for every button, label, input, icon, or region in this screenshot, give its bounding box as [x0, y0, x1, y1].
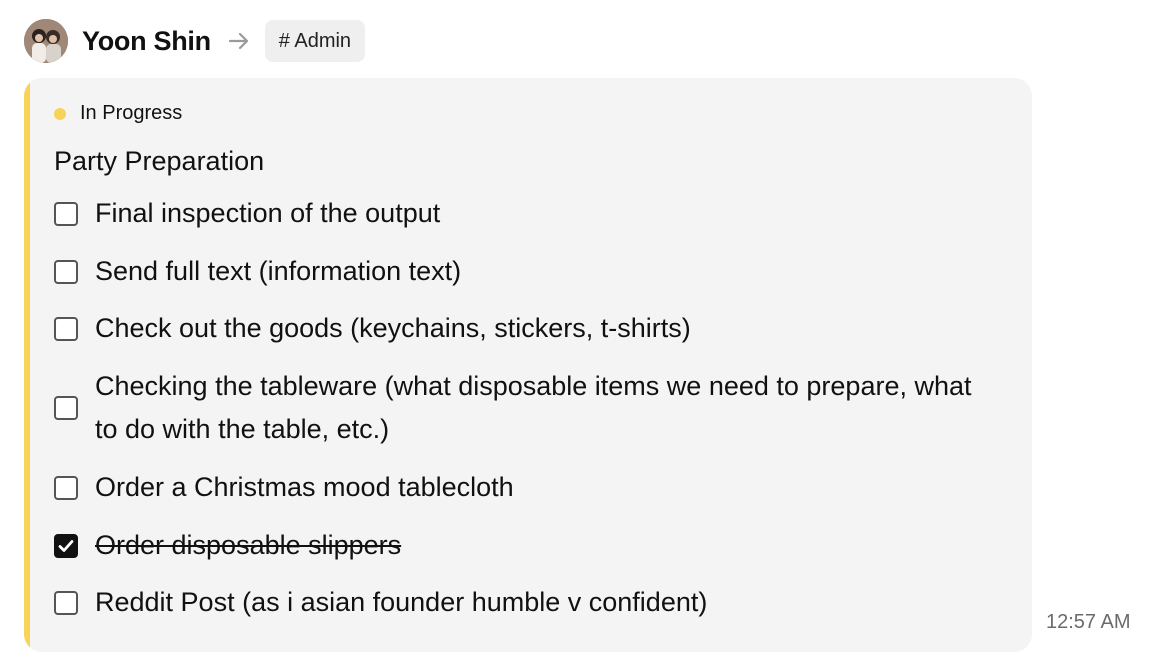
task-item: Send full text (information text) [54, 250, 995, 293]
task-label[interactable]: Final inspection of the output [95, 192, 995, 235]
message-timestamp: 12:57 AM [1046, 611, 1131, 633]
task-item: Order a Christmas mood tablecloth [54, 466, 995, 509]
task-checkbox[interactable] [54, 316, 78, 341]
status-label: In Progress [80, 102, 183, 124]
message-header: Yoon Shin # Admin [24, 19, 366, 63]
task-item: Order disposable slippers [54, 524, 995, 567]
task-checkbox[interactable] [54, 475, 78, 500]
task-item: Check out the goods (keychains, stickers… [54, 307, 995, 350]
task-checkbox[interactable] [54, 259, 78, 284]
task-item: Final inspection of the output [54, 192, 995, 235]
task-checkbox[interactable] [54, 396, 78, 420]
status-badge[interactable]: In Progress [54, 102, 182, 125]
checkmark-icon [58, 539, 74, 552]
arrow-right-icon [227, 29, 251, 53]
avatar[interactable] [24, 19, 68, 63]
task-checkbox[interactable] [54, 201, 78, 226]
task-checkbox[interactable] [54, 533, 78, 558]
task-label[interactable]: Reddit Post (as i asian founder humble v… [95, 581, 995, 624]
avatar-photo-icon [24, 19, 68, 63]
status-dot-icon [54, 107, 66, 120]
author-name[interactable]: Yoon Shin [82, 26, 211, 57]
card-accent-bar [24, 78, 30, 652]
task-label[interactable]: Order a Christmas mood tablecloth [95, 466, 995, 509]
task-label[interactable]: Send full text (information text) [95, 250, 995, 293]
task-checkbox[interactable] [54, 590, 78, 615]
task-item: Reddit Post (as i asian founder humble v… [54, 581, 995, 624]
task-label[interactable]: Order disposable slippers [95, 524, 995, 567]
channel-tag[interactable]: # Admin [264, 20, 366, 62]
task-label[interactable]: Check out the goods (keychains, stickers… [95, 307, 995, 350]
task-card: In Progress Party Preparation Final insp… [24, 78, 1032, 652]
task-label[interactable]: Checking the tableware (what disposable … [95, 365, 995, 451]
task-item: Checking the tableware (what disposable … [54, 365, 995, 451]
card-title: Party Preparation [54, 146, 265, 176]
